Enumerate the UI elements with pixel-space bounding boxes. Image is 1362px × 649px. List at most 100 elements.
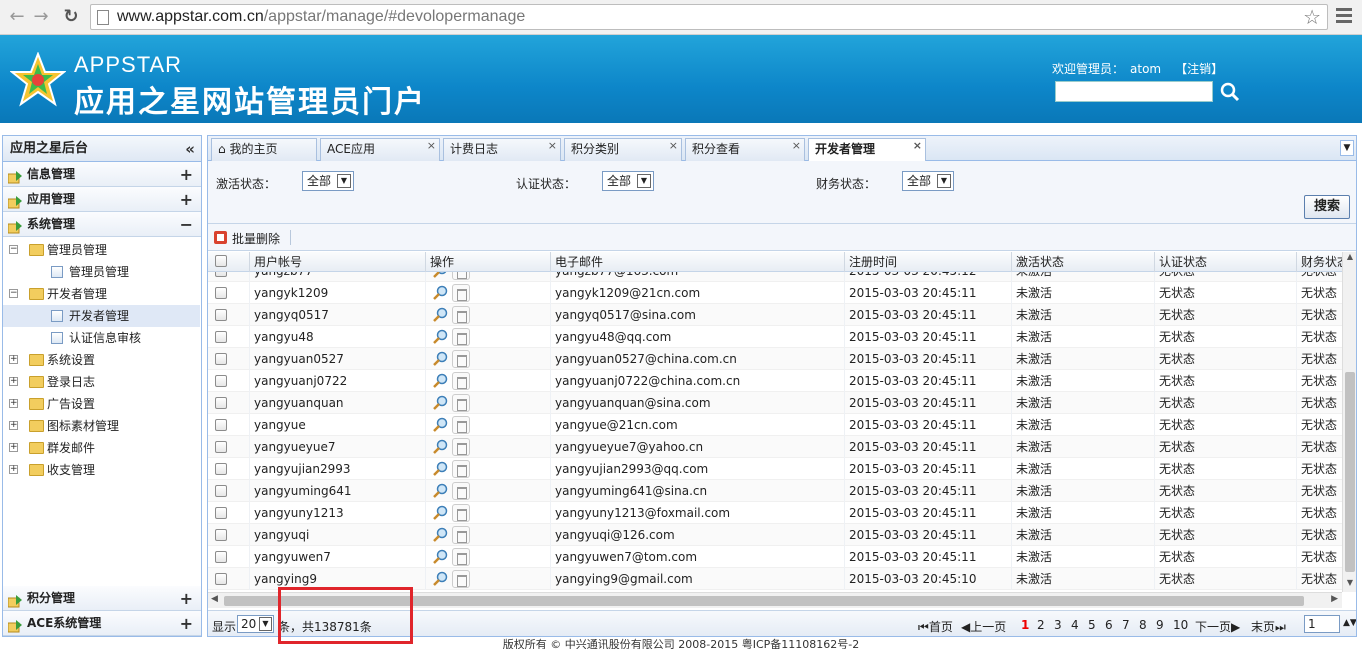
tree-item[interactable]: − 管理员管理: [3, 239, 200, 261]
sidebar-panel-0[interactable]: 信息管理 +: [3, 162, 201, 187]
row-checkbox[interactable]: [215, 397, 227, 409]
page-number-link[interactable]: 2: [1037, 618, 1045, 632]
reload-icon[interactable]: ↻: [60, 6, 82, 28]
table-row[interactable]: yangyujian2993 yangyujian2993@qq.com 2015-…: [208, 458, 1342, 480]
tree-expand-icon[interactable]: +: [9, 377, 18, 386]
tree-collapse-icon[interactable]: −: [9, 289, 18, 298]
address-bar[interactable]: www.appstar.com.cn/appstar/manage/#devol…: [90, 4, 1328, 30]
delete-trash-icon[interactable]: [452, 482, 470, 500]
page-size-select[interactable]: 20 ▼: [237, 615, 274, 633]
row-checkbox[interactable]: [215, 287, 227, 299]
delete-trash-icon[interactable]: [452, 504, 470, 522]
close-icon[interactable]: ×: [669, 136, 678, 156]
back-icon[interactable]: ←: [6, 6, 28, 28]
table-row[interactable]: yangyueyue7 yangyueyue7@yahoo.cn 2015-03-0…: [208, 436, 1342, 458]
close-icon[interactable]: ×: [427, 136, 436, 156]
tree-item[interactable]: − 开发者管理: [3, 283, 200, 305]
sidebar-panel-2[interactable]: 系统管理 −: [3, 212, 201, 237]
scroll-right-icon[interactable]: ▶: [1331, 594, 1338, 604]
delete-trash-icon[interactable]: [452, 526, 470, 544]
table-row[interactable]: yangyuny1213 yangyuny1213@foxmail.com 2015…: [208, 502, 1342, 524]
column-header[interactable]: 用户帐号: [250, 252, 426, 272]
row-checkbox[interactable]: [215, 419, 227, 431]
row-checkbox[interactable]: [215, 375, 227, 387]
scroll-down-icon[interactable]: ▼: [1343, 578, 1356, 592]
tab-1[interactable]: ACE应用 ×: [320, 138, 440, 161]
page-number-link[interactable]: 1: [1021, 618, 1029, 632]
column-header[interactable]: 激活状态: [1012, 252, 1155, 272]
tree-item[interactable]: 认证信息审核: [3, 327, 200, 349]
page-number-link[interactable]: 10: [1173, 618, 1188, 632]
expand-icon[interactable]: +: [180, 586, 193, 611]
row-checkbox[interactable]: [215, 529, 227, 541]
delete-icon[interactable]: [214, 231, 227, 244]
table-row[interactable]: yangyuming641 yangyuming641@sina.cn 2015-0…: [208, 480, 1342, 502]
table-row[interactable]: yangyuwen7 yangyuwen7@tom.com 2015-03-03 2…: [208, 546, 1342, 568]
url-text[interactable]: www.appstar.com.cn/appstar/manage/#devol…: [117, 7, 525, 27]
search-button[interactable]: 搜索: [1304, 195, 1350, 219]
view-magnifier-icon[interactable]: [432, 483, 448, 499]
expand-icon[interactable]: +: [180, 162, 193, 187]
page-number-link[interactable]: 5: [1088, 618, 1096, 632]
close-icon[interactable]: ×: [548, 136, 557, 156]
first-page-link[interactable]: ⏮首页: [918, 618, 953, 635]
tab-2[interactable]: 计费日志 ×: [443, 138, 561, 161]
view-magnifier-icon[interactable]: [432, 417, 448, 433]
tab-4[interactable]: 积分查看 ×: [685, 138, 805, 161]
browser-menu-icon[interactable]: [1336, 8, 1352, 26]
tree-collapse-icon[interactable]: −: [9, 245, 18, 254]
delete-trash-icon[interactable]: [452, 548, 470, 566]
tree-item[interactable]: + 系统设置: [3, 349, 200, 371]
row-checkbox[interactable]: [215, 309, 227, 321]
page-jump-spinner-icon[interactable]: ▲▼: [1343, 618, 1356, 628]
table-row[interactable]: yangyk1209 yangyk1209@21cn.com 2015-03-03 …: [208, 282, 1342, 304]
tree-expand-icon[interactable]: +: [9, 465, 18, 474]
scroll-left-icon[interactable]: ◀: [211, 594, 218, 604]
scroll-up-icon[interactable]: ▲: [1343, 252, 1356, 266]
select-all-checkbox[interactable]: [215, 255, 227, 267]
row-checkbox[interactable]: [215, 331, 227, 343]
tab-3[interactable]: 积分类别 ×: [564, 138, 682, 161]
view-magnifier-icon[interactable]: [432, 439, 448, 455]
tab-5[interactable]: 开发者管理 ×: [808, 138, 926, 162]
view-magnifier-icon[interactable]: [432, 505, 448, 521]
close-icon[interactable]: ×: [792, 136, 801, 156]
last-page-link[interactable]: 末页⏭: [1251, 618, 1286, 635]
page-number-link[interactable]: 8: [1139, 618, 1147, 632]
column-header[interactable]: 电子邮件: [551, 252, 845, 272]
row-checkbox[interactable]: [215, 573, 227, 585]
delete-trash-icon[interactable]: [452, 438, 470, 456]
next-page-link[interactable]: 下一页▶: [1195, 618, 1240, 635]
close-icon[interactable]: ×: [913, 136, 922, 156]
view-magnifier-icon[interactable]: [432, 461, 448, 477]
delete-trash-icon[interactable]: [452, 284, 470, 302]
view-magnifier-icon[interactable]: [432, 549, 448, 565]
delete-trash-icon[interactable]: [452, 306, 470, 324]
batch-delete-button[interactable]: 批量删除: [232, 230, 280, 247]
finance-status-select[interactable]: 全部 ▼: [902, 171, 954, 191]
sidebar-panel-1[interactable]: 应用管理 +: [3, 187, 201, 212]
tree-item[interactable]: 管理员管理: [3, 261, 200, 283]
delete-trash-icon[interactable]: [452, 416, 470, 434]
page-number-link[interactable]: 7: [1122, 618, 1130, 632]
tab-list-chevron-icon[interactable]: ▼: [1340, 140, 1354, 156]
tree-item[interactable]: + 收支管理: [3, 459, 200, 481]
row-checkbox[interactable]: [215, 353, 227, 365]
sidebar-panel-0[interactable]: 积分管理 +: [3, 586, 201, 611]
logout-link[interactable]: 【注销】: [1175, 62, 1223, 76]
bookmark-star-icon[interactable]: ☆: [1303, 5, 1321, 29]
tree-expand-icon[interactable]: +: [9, 421, 18, 430]
row-checkbox[interactable]: [215, 507, 227, 519]
prev-page-link[interactable]: ◀上一页: [961, 618, 1006, 635]
table-row[interactable]: yangyuqi yangyuqi@126.com 2015-03-03 20:45…: [208, 524, 1342, 546]
row-checkbox[interactable]: [215, 463, 227, 475]
table-row[interactable]: yangyuanj0722 yangyuanj0722@china.com.cn 2…: [208, 370, 1342, 392]
row-checkbox[interactable]: [215, 551, 227, 563]
column-header[interactable]: 注册时间: [845, 252, 1012, 272]
tree-expand-icon[interactable]: +: [9, 399, 18, 408]
view-magnifier-icon[interactable]: [432, 351, 448, 367]
table-row[interactable]: yangyuan0527 yangyuan0527@china.com.cn 201…: [208, 348, 1342, 370]
delete-trash-icon[interactable]: [452, 460, 470, 478]
column-header[interactable]: 财务状态: [1297, 252, 1342, 272]
delete-trash-icon[interactable]: [452, 328, 470, 346]
